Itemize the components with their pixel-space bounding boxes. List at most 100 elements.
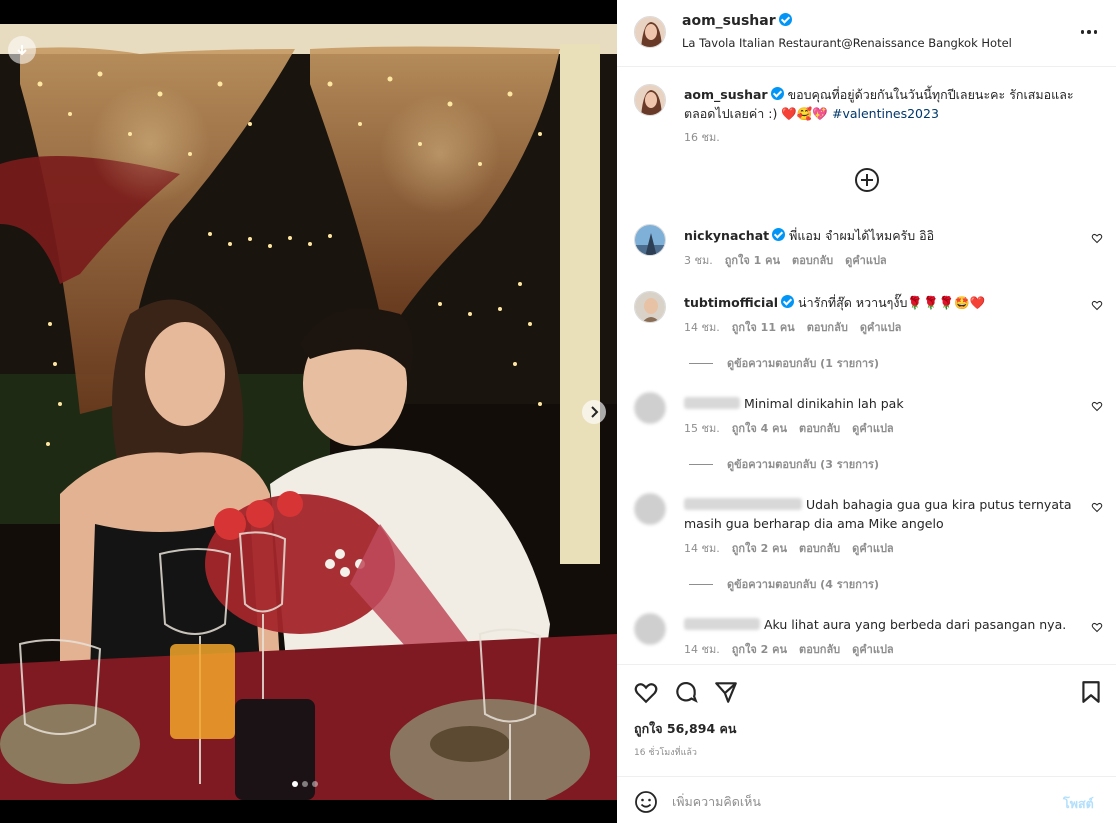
post-side-panel: aom_sushar La Tavola Italian Restaurant@… xyxy=(617,0,1116,823)
heart-icon[interactable] xyxy=(1091,299,1103,311)
author-avatar[interactable] xyxy=(634,16,666,48)
post-media[interactable] xyxy=(0,24,617,800)
more-dot xyxy=(1087,30,1091,34)
username-text[interactable]: aom_sushar xyxy=(682,13,776,29)
verified-badge-icon xyxy=(770,87,784,100)
add-comment-bar: โพสต์ xyxy=(617,776,1116,823)
hidden-username xyxy=(684,618,760,630)
hidden-username xyxy=(684,397,740,409)
commenter-avatar[interactable] xyxy=(634,613,666,645)
likes-count[interactable]: ถูกใจ 56,894 คน xyxy=(634,719,736,739)
view-replies-label[interactable]: ดูข้อความตอบกลับ (4 รายการ) xyxy=(727,575,879,593)
comment-meta: 15 ชม. ถูกใจ 4 คน ตอบกลับ ดูคำแปล xyxy=(684,419,894,437)
comment-meta: 14 ชม. ถูกใจ 2 คน ตอบกลับ ดูคำแปล xyxy=(684,640,894,658)
heart-icon[interactable] xyxy=(1091,400,1103,412)
more-dot xyxy=(1093,30,1098,34)
caption-hashtag[interactable]: #valentines2023 xyxy=(832,106,939,121)
media-dot xyxy=(292,781,298,787)
verified-badge-icon xyxy=(781,295,795,308)
replies-divider xyxy=(689,583,713,585)
comment-input[interactable] xyxy=(672,789,1042,813)
instagram-post-viewer: aom_sushar La Tavola Italian Restaurant@… xyxy=(0,0,1116,823)
reply-button[interactable]: ตอบกลับ xyxy=(799,539,840,557)
translate-button[interactable]: ดูคำแปล xyxy=(860,318,902,336)
comment-text: Minimal dinikahin lah pak xyxy=(684,394,1084,413)
download-icon xyxy=(17,45,27,56)
view-replies-button[interactable]: ดูข้อความตอบกลับ (3 รายการ) xyxy=(689,455,879,473)
emoji-icon[interactable] xyxy=(634,790,658,814)
verified-badge-icon xyxy=(778,13,792,26)
bookmark-icon[interactable] xyxy=(1078,679,1104,705)
comment-body: น่ารักที่สุ๊ด หวานๆงั๊บ🌹🌹🌹🤩❤️ xyxy=(798,295,986,310)
comment-text: tubtimofficial น่ารักที่สุ๊ด หวานๆงั๊บ🌹🌹… xyxy=(684,293,1084,312)
comment-text: nickynachat พี่แอม จำผมได้ไหมครับ อิอิ xyxy=(684,226,1084,245)
comment-time: 3 ชม. xyxy=(684,254,713,267)
reply-button[interactable]: ตอบกลับ xyxy=(799,419,840,437)
commenter-username[interactable]: tubtimofficial xyxy=(684,295,778,310)
comment-text: Aku lihat aura yang berbeda dari pasanga… xyxy=(684,615,1084,634)
comments-list[interactable]: aom_sushar ขอบคุณที่อยู่ด้วยกันในวันนี้ท… xyxy=(617,67,1116,664)
comment-body: พี่แอม จำผมได้ไหมครับ อิอิ xyxy=(789,228,935,243)
comment-time: 14 ชม. xyxy=(684,643,720,656)
replies-divider xyxy=(689,463,713,465)
more-horizontal-icon xyxy=(1080,30,1085,34)
view-replies-button[interactable]: ดูข้อความตอบกลับ (1 รายการ) xyxy=(689,354,879,372)
commenter-avatar[interactable] xyxy=(634,291,666,323)
reply-button[interactable]: ตอบกลับ xyxy=(792,251,833,269)
send-icon[interactable] xyxy=(713,679,739,705)
commenter-avatar[interactable] xyxy=(634,224,666,256)
more-options-button[interactable] xyxy=(1077,22,1101,42)
post-comment-button[interactable]: โพสต์ xyxy=(1063,794,1094,814)
caption-author-avatar[interactable] xyxy=(634,84,666,116)
translate-button[interactable]: ดูคำแปล xyxy=(845,251,887,269)
post-caption: aom_sushar ขอบคุณที่อยู่ด้วยกันในวันนี้ท… xyxy=(684,85,1079,123)
author-username[interactable]: aom_sushar xyxy=(682,13,792,29)
comment-meta: 14 ชม. ถูกใจ 11 คน ตอบกลับ ดูคำแปล xyxy=(684,318,901,336)
post-actions: ถูกใจ 56,894 คน 16 ชั่วโมงที่แล้ว xyxy=(617,664,1116,776)
commenter-username[interactable]: nickynachat xyxy=(684,228,769,243)
verified-badge-icon xyxy=(772,228,786,241)
comment-time: 14 ชม. xyxy=(684,321,720,334)
media-dot xyxy=(312,781,318,787)
translate-button[interactable]: ดูคำแปล xyxy=(852,419,894,437)
comment-likes[interactable]: ถูกใจ 2 คน xyxy=(732,640,787,658)
comment-icon[interactable] xyxy=(673,679,699,705)
view-replies-label[interactable]: ดูข้อความตอบกลับ (1 รายการ) xyxy=(727,354,879,372)
download-button[interactable] xyxy=(8,36,36,64)
replies-divider xyxy=(689,362,713,364)
comment-body: Aku lihat aura yang berbeda dari pasanga… xyxy=(764,617,1067,632)
media-dot xyxy=(302,781,308,787)
caption-time: 16 ชม. xyxy=(684,131,720,144)
media-pagination xyxy=(292,781,318,787)
comment-likes[interactable]: ถูกใจ 4 คน xyxy=(732,419,787,437)
view-replies-button[interactable]: ดูข้อความตอบกลับ (4 รายการ) xyxy=(689,575,879,593)
post-photo xyxy=(0,24,617,800)
comment-time: 14 ชม. xyxy=(684,542,720,555)
comment-likes[interactable]: ถูกใจ 2 คน xyxy=(732,539,787,557)
translate-button[interactable]: ดูคำแปล xyxy=(852,539,894,557)
commenter-avatar[interactable] xyxy=(634,493,666,525)
heart-icon[interactable] xyxy=(1091,232,1103,244)
comment-likes[interactable]: ถูกใจ 1 คน xyxy=(725,251,780,269)
comment-meta: 14 ชม. ถูกใจ 2 คน ตอบกลับ ดูคำแปล xyxy=(684,539,894,557)
translate-button[interactable]: ดูคำแปล xyxy=(852,640,894,658)
chevron-right-icon xyxy=(591,406,599,418)
caption-username[interactable]: aom_sushar xyxy=(684,87,768,102)
post-location[interactable]: La Tavola Italian Restaurant@Renaissance… xyxy=(682,36,1012,50)
comment-time: 15 ชม. xyxy=(684,422,720,435)
reply-button[interactable]: ตอบกลับ xyxy=(807,318,848,336)
reply-button[interactable]: ตอบกลับ xyxy=(799,640,840,658)
comment-meta: 3 ชม. ถูกใจ 1 คน ตอบกลับ ดูคำแปล xyxy=(684,251,887,269)
commenter-avatar[interactable] xyxy=(634,392,666,424)
heart-icon[interactable] xyxy=(1091,501,1103,513)
heart-icon[interactable] xyxy=(633,679,659,705)
hidden-username xyxy=(684,498,802,510)
comment-likes[interactable]: ถูกใจ 11 คน xyxy=(732,318,795,336)
post-header: aom_sushar La Tavola Italian Restaurant@… xyxy=(617,0,1116,67)
view-replies-label[interactable]: ดูข้อความตอบกลับ (3 รายการ) xyxy=(727,455,879,473)
post-timestamp: 16 ชั่วโมงที่แล้ว xyxy=(634,748,697,758)
plus-circle-icon[interactable] xyxy=(855,168,879,192)
heart-icon[interactable] xyxy=(1091,621,1103,633)
comment-text: Udah bahagia gua gua kira putus ternyata… xyxy=(684,495,1084,533)
next-media-button[interactable] xyxy=(582,400,606,424)
